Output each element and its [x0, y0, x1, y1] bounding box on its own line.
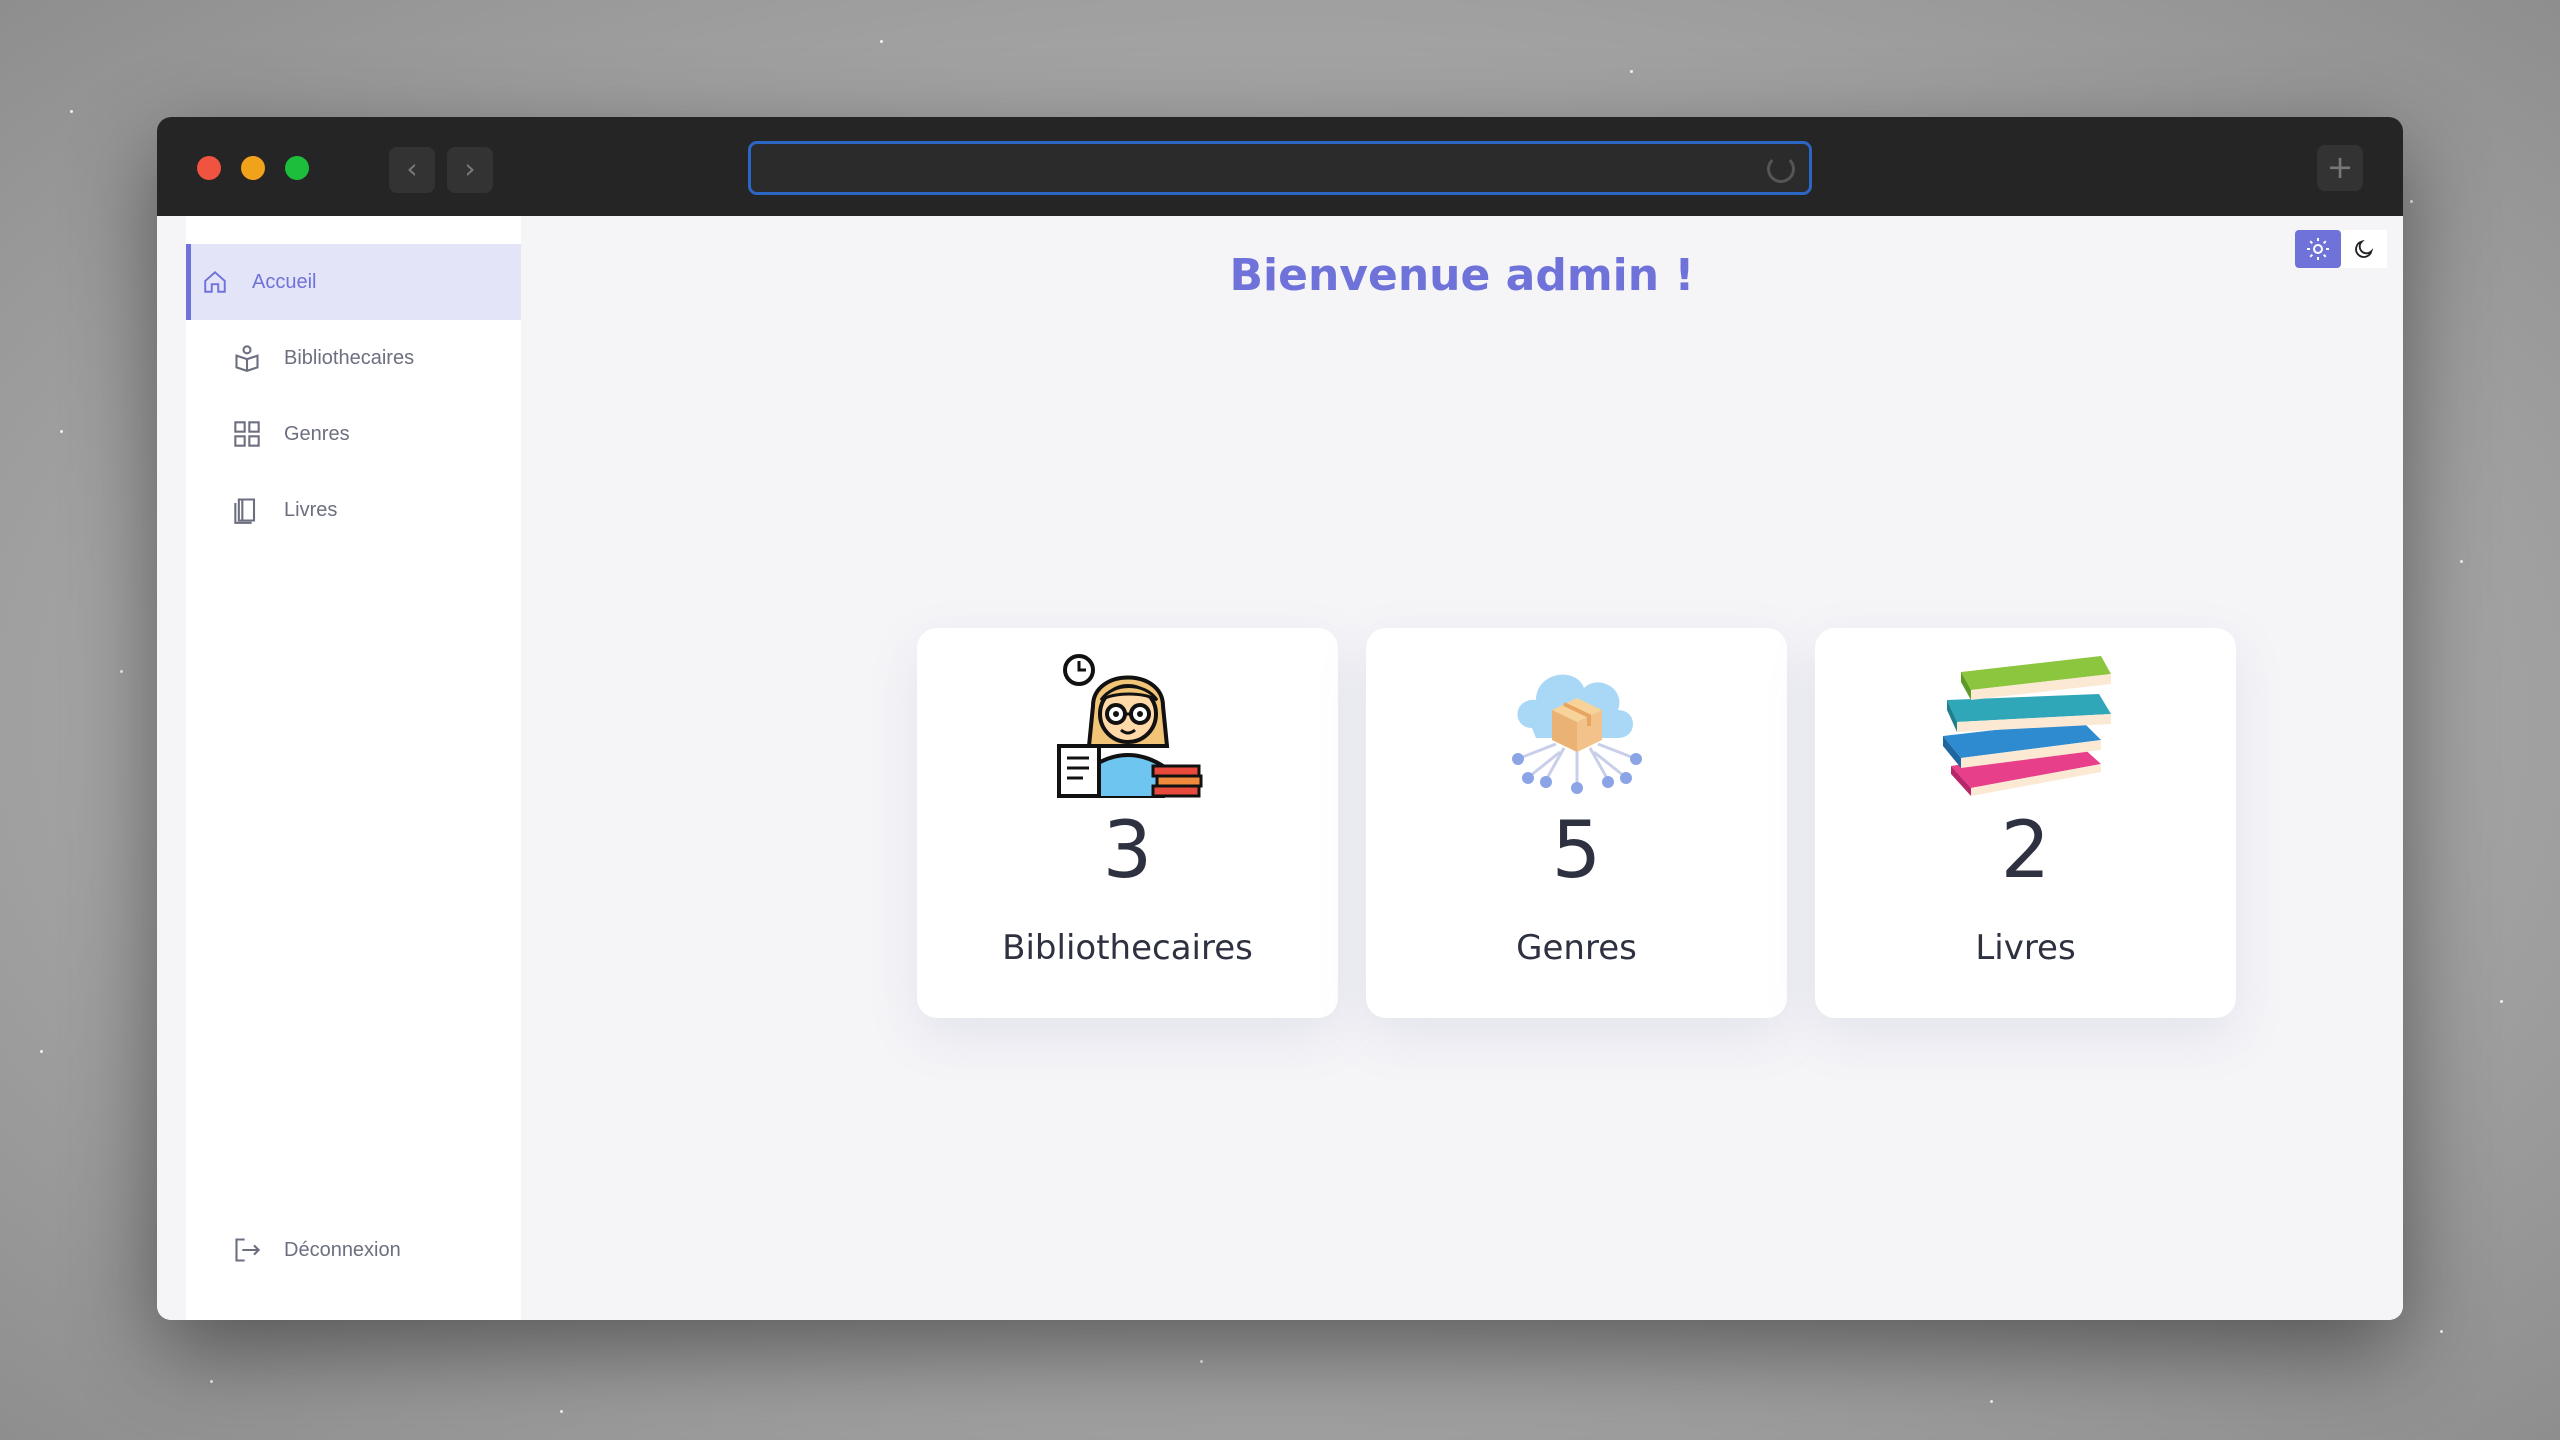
card-value: 3	[1102, 806, 1153, 896]
sidebar-item-bibliothecaires[interactable]: Bibliothecaires	[186, 320, 521, 396]
book-icon	[232, 495, 262, 525]
card-label: Bibliothecaires	[1002, 928, 1253, 968]
sidebar: Accueil Bibliothecaires Genres Livres Dé…	[186, 216, 521, 1320]
grid-icon	[232, 419, 262, 449]
librarian-icon	[232, 343, 262, 373]
stat-card-genres[interactable]: 5 Genres	[1366, 628, 1787, 1018]
sidebar-item-label: Accueil	[252, 270, 317, 293]
reload-icon[interactable]	[1767, 155, 1795, 183]
sidebar-item-genres[interactable]: Genres	[186, 396, 521, 472]
minimize-window-button[interactable]	[241, 156, 265, 180]
logout-icon	[232, 1235, 262, 1265]
books-stack-illustration-icon	[1815, 648, 2236, 798]
browser-titlebar: ‹ › +	[157, 117, 2403, 216]
card-label: Livres	[1975, 928, 2076, 968]
logout-label: Déconnexion	[284, 1238, 401, 1261]
maximize-window-button[interactable]	[285, 156, 309, 180]
logout-button[interactable]: Déconnexion	[186, 1212, 521, 1288]
stat-card-livres[interactable]: 2 Livres	[1815, 628, 2236, 1018]
page-content: Accueil Bibliothecaires Genres Livres Dé…	[157, 216, 2403, 1320]
sidebar-item-label: Bibliothecaires	[284, 346, 415, 369]
url-bar[interactable]	[748, 141, 1812, 195]
plus-icon[interactable]: +	[2317, 145, 2363, 191]
home-icon	[200, 267, 230, 297]
librarian-illustration-icon	[917, 648, 1338, 798]
sidebar-item-livres[interactable]: Livres	[186, 472, 521, 548]
chevron-left-icon[interactable]: ‹	[389, 147, 435, 193]
stat-card-bibliothecaires[interactable]: 3 Bibliothecaires	[917, 628, 1338, 1018]
card-label: Genres	[1516, 928, 1637, 968]
close-window-button[interactable]	[197, 156, 221, 180]
sidebar-item-label: Genres	[284, 422, 350, 445]
sidebar-item-label: Livres	[284, 498, 338, 521]
browser-window: ‹ › + Accueil Bibliothecaires Genres Liv…	[157, 117, 2403, 1320]
sidebar-item-accueil[interactable]: Accueil	[186, 244, 521, 320]
page-title: Bienvenue admin !	[1229, 250, 1695, 301]
chevron-right-icon[interactable]: ›	[447, 147, 493, 193]
card-value: 5	[1551, 806, 1602, 896]
cloud-box-illustration-icon	[1366, 648, 1787, 798]
card-value: 2	[2000, 806, 2051, 896]
